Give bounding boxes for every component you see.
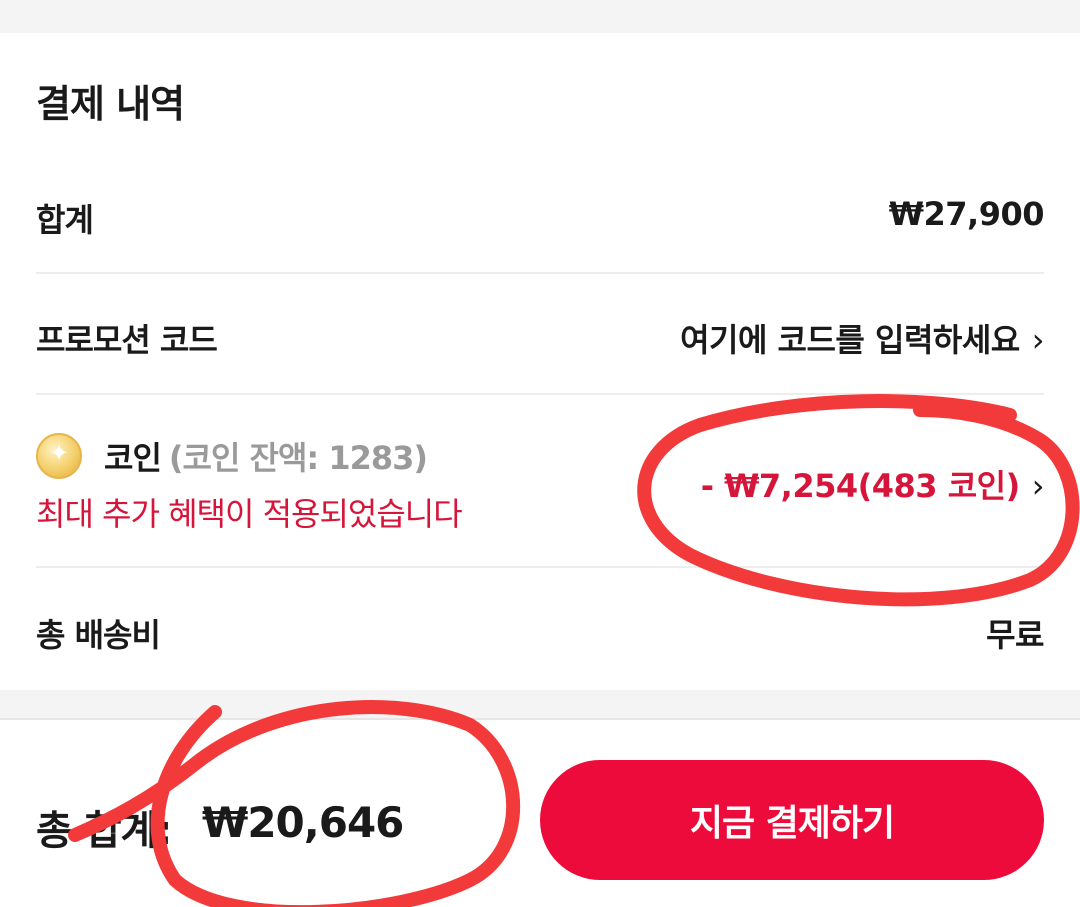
coin-icon <box>36 433 82 479</box>
chevron-right-icon: › <box>1031 321 1045 359</box>
promo-code-placeholder: 여기에 코드를 입력하세요 <box>680 321 1020 359</box>
chevron-right-icon: › <box>1031 467 1045 505</box>
subtotal-label: 합계 <box>36 201 94 239</box>
shipping-label: 총 배송비 <box>36 616 161 654</box>
section-title: 결제 내역 <box>36 82 185 126</box>
payment-summary-card: 결제 내역 합계 ₩27,900 프로모션 코드 여기에 코드를 입력하세요 › … <box>0 33 1080 690</box>
divider <box>36 272 1044 274</box>
checkout-page: 결제 내역 합계 ₩27,900 프로모션 코드 여기에 코드를 입력하세요 › … <box>0 0 1080 907</box>
coin-label: 코인 (코인 잔액: 1283) <box>104 433 428 479</box>
coin-discount[interactable]: - ₩7,254(483 코인) › <box>700 461 1045 507</box>
shipping-row: 총 배송비 무료 <box>36 608 1044 668</box>
subtotal-value: ₩27,900 <box>888 195 1045 233</box>
coin-benefit-note: 최대 추가 혜택이 적용되었습니다 <box>36 495 463 533</box>
coin-label-text: 코인 <box>104 439 162 477</box>
coin-discount-value: - ₩7,254(483 코인) <box>700 467 1021 505</box>
coin-balance: (코인 잔액: 1283) <box>168 439 428 477</box>
promo-code-row[interactable]: 프로모션 코드 여기에 코드를 입력하세요 › <box>36 313 1045 373</box>
divider <box>36 566 1044 568</box>
checkout-bottom-bar: 총 합계: ₩20,646 지금 결제하기 <box>0 718 1080 907</box>
shipping-value: 무료 <box>986 616 1044 654</box>
divider <box>36 393 1044 395</box>
pay-now-button[interactable]: 지금 결제하기 <box>540 760 1044 880</box>
promo-code-label: 프로모션 코드 <box>36 321 218 359</box>
subtotal-row: 합계 ₩27,900 <box>36 193 1045 253</box>
total-value: ₩20,646 <box>202 798 404 847</box>
promo-code-input[interactable]: 여기에 코드를 입력하세요 › <box>680 315 1044 361</box>
total-label: 총 합계: <box>36 808 172 854</box>
coin-row[interactable]: 코인(코인 잔액: 1283) 최대 추가 혜택이 적용되었습니다 - ₩7,2… <box>36 433 1045 563</box>
top-strip <box>0 0 1080 33</box>
